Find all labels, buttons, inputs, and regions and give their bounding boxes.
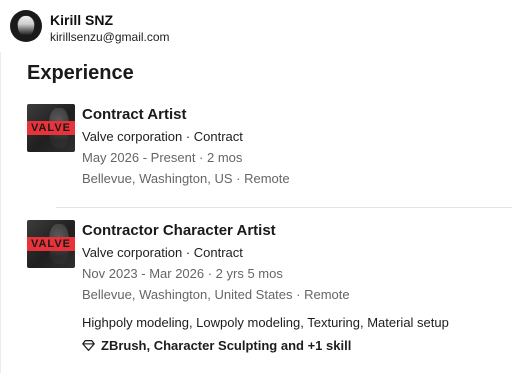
experience-section: Experience VALVE Contract Artist Valve c… [0, 52, 512, 373]
job-description: Highpoly modeling, Lowpoly modeling, Tex… [82, 315, 449, 330]
job-title[interactable]: Contract Artist [82, 106, 186, 123]
job-location: Bellevue, Washington, United States · Re… [82, 287, 350, 302]
company-name: Valve corporation · Contract [82, 129, 243, 144]
user-email: kirillsenzu@gmail.com [50, 30, 170, 44]
user-name: Kirill SNZ [50, 12, 114, 28]
account-header: Kirill SNZ kirillsenzu@gmail.com [0, 0, 512, 53]
job-location: Bellevue, Washington, US · Remote [82, 171, 290, 186]
job-title[interactable]: Contractor Character Artist [82, 222, 276, 239]
experience-item: VALVE Contract Artist Valve corporation … [27, 104, 512, 204]
company-name: Valve corporation · Contract [82, 245, 243, 260]
skills-link[interactable]: ZBrush, Character Sculpting and +1 skill [82, 338, 351, 353]
skills-text: ZBrush, Character Sculpting and +1 skill [101, 338, 352, 353]
divider [56, 207, 512, 208]
company-logo[interactable]: VALVE [27, 104, 75, 152]
job-dates: Nov 2023 - Mar 2026 · 2 yrs 5 mos [82, 266, 283, 281]
avatar[interactable] [10, 10, 42, 42]
logo-text: VALVE [27, 121, 75, 135]
diamond-icon [82, 339, 95, 352]
job-dates: May 2026 - Present · 2 mos [82, 150, 243, 165]
experience-item: VALVE Contractor Character Artist Valve … [27, 220, 512, 365]
logo-text: VALVE [27, 237, 75, 251]
company-logo[interactable]: VALVE [27, 220, 75, 268]
section-title: Experience [27, 62, 134, 84]
